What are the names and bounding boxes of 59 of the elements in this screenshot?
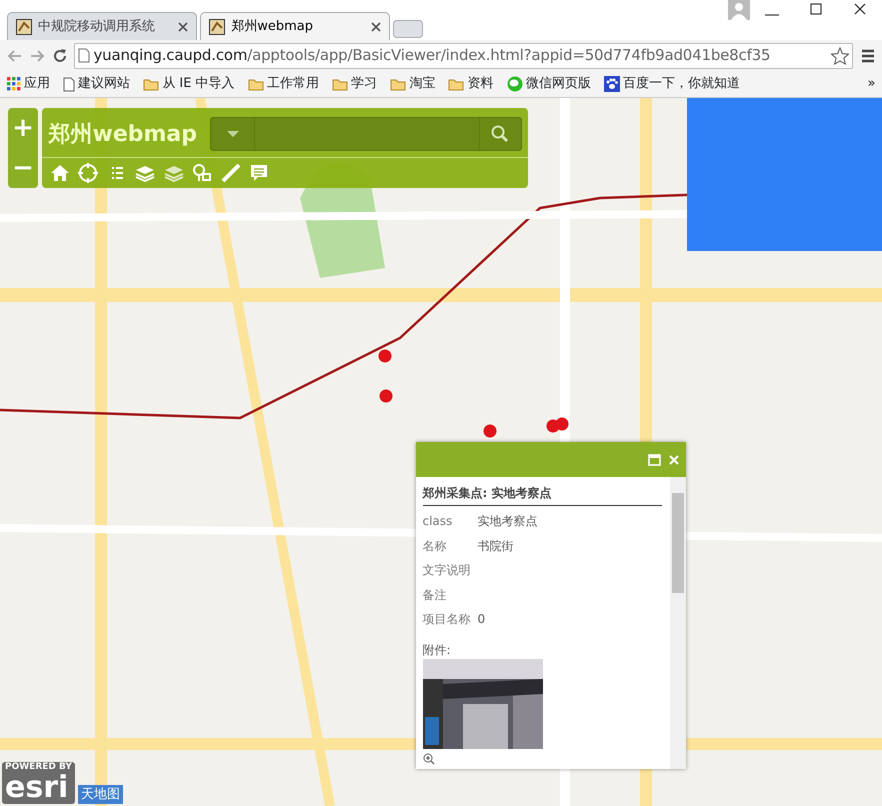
zoom-in-icon[interactable]	[422, 752, 434, 765]
popup-title: 郑州采集点: 实地考察点	[422, 484, 662, 506]
page-icon	[208, 18, 225, 34]
close-icon[interactable]	[178, 22, 188, 32]
browser-tab[interactable]: 郑州webmap	[200, 12, 390, 40]
map-marker-icon[interactable]	[555, 417, 569, 431]
scrollbar[interactable]	[670, 477, 686, 769]
folder-icon	[248, 78, 264, 90]
folder-icon	[390, 78, 406, 90]
back-icon[interactable]	[6, 48, 22, 64]
page-icon	[62, 76, 75, 92]
map-marker-icon[interactable]	[379, 389, 393, 403]
bookmark-item[interactable]: 建议网站	[62, 74, 130, 94]
bookmark-item[interactable]: 从 IE 中导入	[143, 74, 235, 94]
ruler-icon[interactable]	[220, 162, 242, 184]
field-value: 0	[478, 611, 486, 628]
bookmark-item[interactable]: 工作常用	[248, 74, 319, 94]
folder-icon	[143, 78, 159, 90]
chat-bubble-icon	[506, 76, 523, 92]
more-bookmarks-button[interactable]: »	[868, 74, 876, 94]
bookmark-item[interactable]: 应用	[6, 74, 50, 94]
field-label: 备注	[422, 586, 448, 604]
page-icon	[16, 18, 32, 34]
folder-icon	[332, 78, 348, 90]
close-icon[interactable]	[370, 22, 381, 32]
address-bar[interactable]: yuanqing.caupd.com/apptools/app/BasicViewer/index.html?appid=50d774fb9ad041be8cf35	[74, 42, 853, 68]
folder-icon	[448, 78, 464, 90]
star-icon[interactable]	[830, 46, 849, 64]
esri-logo[interactable]: esri	[5, 773, 72, 803]
search-field[interactable]	[210, 117, 522, 152]
field-label: 文字说明	[422, 562, 472, 580]
map-source-label: 天地图	[78, 784, 123, 804]
field-value: 书院街	[478, 538, 514, 555]
bookmark-item[interactable]: 淘宝	[390, 74, 436, 94]
url-text: yuanqing.caupd.com/apptools/app/BasicViewer/index.html?appid=50d774fb9ad041be8cf35	[94, 45, 772, 66]
map-marker-icon[interactable]	[483, 424, 497, 438]
app-title: 郑州webmap	[48, 120, 198, 149]
field-label: 名称	[422, 538, 448, 555]
reload-icon[interactable]	[52, 48, 68, 64]
forward-icon[interactable]	[29, 48, 45, 64]
bookmark-item[interactable]: 微信网页版	[506, 74, 591, 94]
browser-tab[interactable]: 中规院移动调用系统	[6, 12, 196, 40]
page-icon	[78, 48, 90, 63]
crosshair-icon[interactable]	[77, 162, 99, 184]
field-label: 项目名称	[422, 611, 472, 628]
pin-icon[interactable]	[191, 162, 213, 184]
map-marker-icon[interactable]	[378, 349, 392, 363]
attachments-label: 附件:	[422, 642, 452, 660]
apps-icon	[6, 77, 20, 91]
field-label: class	[422, 513, 454, 530]
field-value: 实地考察点	[478, 513, 538, 530]
menu-icon[interactable]	[860, 48, 876, 64]
new-tab-button[interactable]	[393, 20, 423, 38]
user-icon[interactable]	[728, 0, 750, 20]
bookmark-item[interactable]: 百度一下，你就知道	[604, 74, 740, 94]
bookmark-item[interactable]: 资料	[448, 74, 494, 94]
bookmark-item[interactable]: 学习	[332, 74, 378, 94]
powered-by-text: POWERED BY	[5, 763, 72, 773]
paw-icon	[604, 76, 620, 92]
